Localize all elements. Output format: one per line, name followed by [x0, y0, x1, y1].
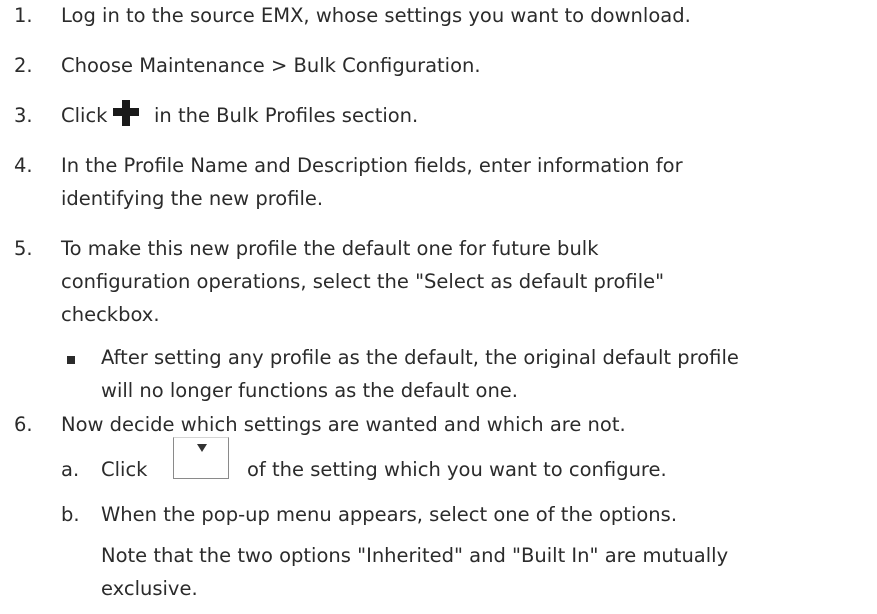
- substep-a-letter: a.: [61, 458, 80, 481]
- step-4-line-1: In the Profile Name and Description fiel…: [61, 154, 683, 177]
- step-5-number: 5.: [14, 237, 33, 260]
- note-line-1: Note that the two options "Inherited" an…: [101, 544, 729, 567]
- triangle-down-icon: [197, 444, 207, 452]
- step-4-line-2: identifying the new profile.: [61, 187, 324, 210]
- note-line-2: exclusive.: [101, 577, 198, 600]
- step-1-text: Log in to the source EMX, whose settings…: [61, 4, 691, 27]
- step-3-text-after-icon: in the Bulk Profiles section.: [154, 104, 419, 127]
- bullet-line-1: After setting any profile as the default…: [101, 346, 739, 369]
- dropdown-arrow-icon: [173, 437, 229, 479]
- step-2-text: Choose Maintenance > Bulk Configuration.: [61, 54, 481, 77]
- step-5-line-2: configuration operations, select the "Se…: [61, 270, 665, 293]
- step-6-number: 6.: [14, 413, 33, 436]
- plus-icon: [113, 100, 139, 126]
- substep-b-text: When the pop-up menu appears, select one…: [101, 503, 678, 526]
- step-5-line-1: To make this new profile the default one…: [61, 237, 599, 260]
- step-5-line-3: checkbox.: [61, 303, 160, 326]
- bullet-line-2: will no longer functions as the default …: [101, 379, 519, 402]
- step-1-number: 1.: [14, 4, 33, 27]
- step-3-text-before-icon: Click: [61, 104, 108, 127]
- substep-a-text-after-icon: of the setting which you want to configu…: [247, 458, 667, 481]
- substep-b-letter: b.: [61, 503, 80, 526]
- step-4-number: 4.: [14, 154, 33, 177]
- step-3-number: 3.: [14, 104, 33, 127]
- step-6-text: Now decide which settings are wanted and…: [61, 413, 626, 436]
- step-2-number: 2.: [14, 54, 33, 77]
- substep-a-text-before-icon: Click: [101, 458, 148, 481]
- instruction-page: 1. Log in to the source EMX, whose setti…: [0, 0, 877, 614]
- bullet-square-icon: [67, 356, 75, 364]
